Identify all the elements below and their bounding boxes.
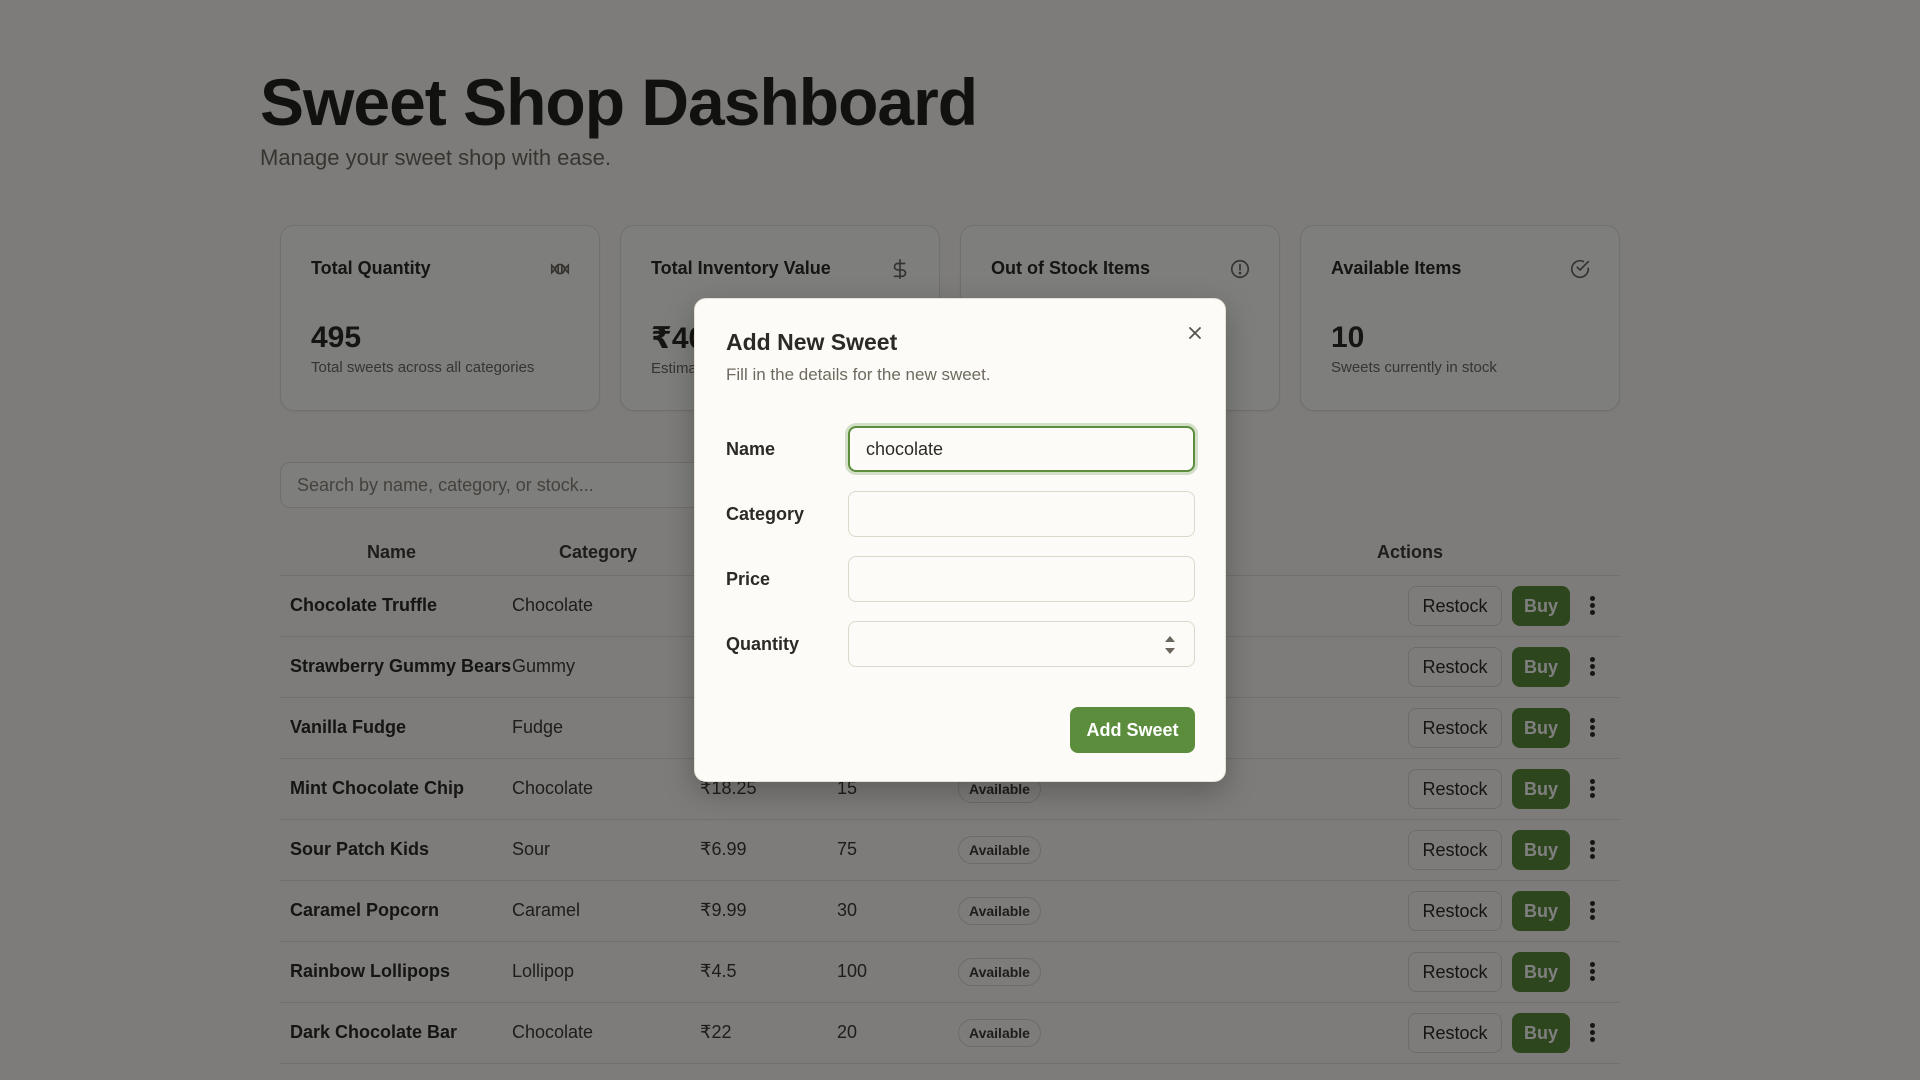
price-label: Price: [726, 569, 771, 589]
close-icon[interactable]: [1185, 323, 1205, 343]
dashboard-page: Sweet Shop Dashboard Manage your sweet s…: [0, 0, 1920, 1080]
quantity-stepper[interactable]: [848, 621, 1195, 667]
category-field[interactable]: [848, 491, 1195, 537]
name-label: Name: [726, 439, 776, 459]
name-field[interactable]: [848, 426, 1195, 472]
price-field[interactable]: [848, 556, 1195, 602]
category-label: Category: [726, 504, 805, 524]
add-sweet-dialog: Add New Sweet Fill in the details for th…: [694, 298, 1226, 782]
dialog-description: Fill in the details for the new sweet.: [726, 365, 991, 384]
dialog-title: Add New Sweet: [726, 329, 898, 355]
add-sweet-button[interactable]: Add Sweet: [1070, 707, 1195, 753]
stepper-arrows-icon[interactable]: [1163, 633, 1177, 657]
quantity-label: Quantity: [726, 634, 800, 654]
